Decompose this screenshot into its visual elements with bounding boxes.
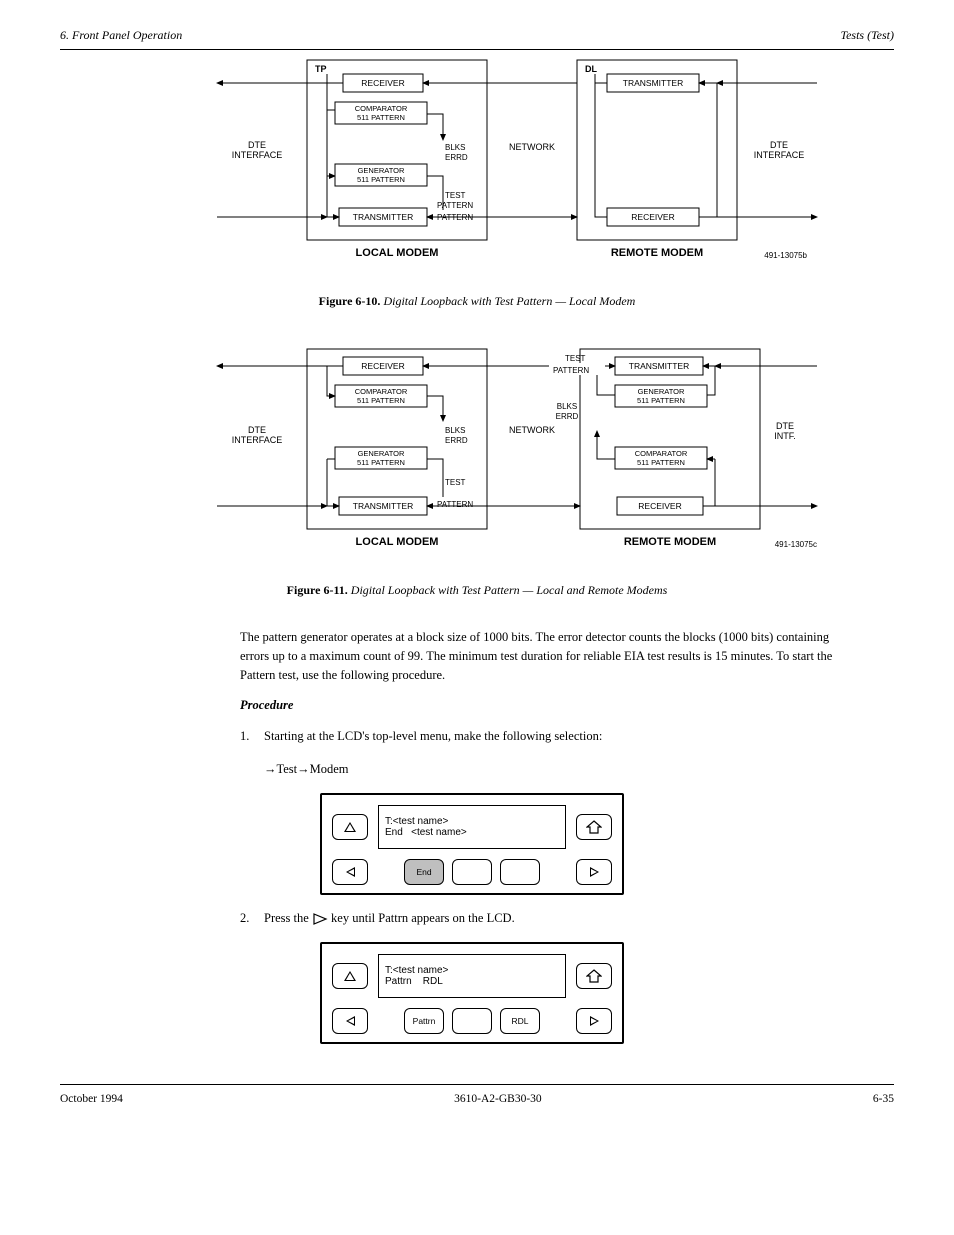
svg-text:INTERFACE: INTERFACE <box>754 150 805 160</box>
svg-text:INTERFACE: INTERFACE <box>232 435 283 445</box>
svg-text:511 PATTERN: 511 PATTERN <box>637 396 685 405</box>
svg-text:511 PATTERN: 511 PATTERN <box>357 175 405 184</box>
svg-text:REMOTE MODEM: REMOTE MODEM <box>611 247 703 259</box>
svg-text:PATTERN: PATTERN <box>437 201 473 210</box>
svg-text:TP: TP <box>315 64 327 74</box>
svg-text:ERRD: ERRD <box>445 436 468 445</box>
svg-text:BLKS: BLKS <box>557 402 577 411</box>
svg-text:TRANSMITTER: TRANSMITTER <box>353 501 413 511</box>
lcd-screen-1: T:<test name> End <test name> <box>378 805 566 849</box>
right-triangle-icon <box>590 1016 599 1026</box>
home-icon <box>586 969 602 983</box>
svg-text:NETWORK: NETWORK <box>509 142 555 152</box>
lcd-screen-2: T:<test name> Pattrn RDL <box>378 954 566 998</box>
step-1: 1. Starting at the LCD's top-level menu,… <box>240 727 894 746</box>
right-key[interactable] <box>576 1008 612 1034</box>
up-key[interactable] <box>332 963 368 989</box>
right-key[interactable] <box>576 859 612 885</box>
svg-text:INTF.: INTF. <box>774 431 796 441</box>
step-2: 2. Press the key until Pattrn appears on… <box>240 909 894 928</box>
right-triangle-icon <box>590 867 599 877</box>
procedure-heading: Procedure <box>240 698 894 713</box>
figure-2-diagram: RECEIVER COMPARATOR 511 PATTERN GENERATO… <box>60 339 894 573</box>
svg-text:GENERATOR: GENERATOR <box>358 166 405 175</box>
svg-text:ERRD: ERRD <box>445 153 468 162</box>
home-key[interactable] <box>576 963 612 989</box>
softkey-1[interactable]: Pattrn <box>404 1008 444 1034</box>
svg-text:511 PATTERN: 511 PATTERN <box>357 396 405 405</box>
right-triangle-icon <box>312 913 328 925</box>
svg-text:COMPARATOR: COMPARATOR <box>355 387 408 396</box>
svg-text:511 PATTERN: 511 PATTERN <box>357 113 405 122</box>
svg-text:REMOTE MODEM: REMOTE MODEM <box>624 536 716 548</box>
home-key[interactable] <box>576 814 612 840</box>
svg-text:DTE: DTE <box>770 140 788 150</box>
header-left: 6. Front Panel Operation <box>60 28 182 43</box>
softkey-2[interactable] <box>452 1008 492 1034</box>
figure-1-diagram: TP RECEIVER COMPARATOR 511 PATTERN GENER… <box>60 50 894 284</box>
svg-text:DTE: DTE <box>248 140 266 150</box>
softkey-1[interactable]: End <box>404 859 444 885</box>
page-footer: October 1994 3610-A2-GB30-30 6-35 <box>60 1084 894 1105</box>
lcd-panel-1: T:<test name> End <test name> End <box>320 793 624 895</box>
lcd-panel-2: T:<test name> Pattrn RDL Pattrn RDL <box>320 942 624 1044</box>
svg-text:TEST: TEST <box>565 354 586 363</box>
svg-text:TRANSMITTER: TRANSMITTER <box>629 361 689 371</box>
svg-text:491-13075b: 491-13075b <box>764 251 807 260</box>
svg-text:LOCAL MODEM: LOCAL MODEM <box>356 536 439 548</box>
up-triangle-icon <box>344 822 356 832</box>
svg-text:DTE: DTE <box>776 421 794 431</box>
svg-text:RECEIVER: RECEIVER <box>361 78 404 88</box>
svg-text:COMPARATOR: COMPARATOR <box>355 104 408 113</box>
svg-text:RECEIVER: RECEIVER <box>361 361 404 371</box>
svg-text:TEST: TEST <box>445 191 466 200</box>
step-1-path: →Test→Modem <box>264 760 894 779</box>
svg-text:DL: DL <box>585 64 597 74</box>
svg-text:GENERATOR: GENERATOR <box>358 449 405 458</box>
up-triangle-icon <box>344 971 356 981</box>
svg-text:491-13075c: 491-13075c <box>775 540 817 549</box>
footer-right: 6-35 <box>873 1093 894 1105</box>
footer-left: October 1994 <box>60 1093 123 1105</box>
footer-center: 3610-A2-GB30-30 <box>454 1093 542 1105</box>
softkey-2[interactable] <box>452 859 492 885</box>
svg-text:BLKS: BLKS <box>445 426 465 435</box>
left-key[interactable] <box>332 1008 368 1034</box>
svg-text:TRANSMITTER: TRANSMITTER <box>623 78 683 88</box>
softkey-3[interactable] <box>500 859 540 885</box>
svg-text:PATTERN: PATTERN <box>553 366 589 375</box>
home-icon <box>586 820 602 834</box>
body-paragraph-1: The pattern generator operates at a bloc… <box>240 628 854 684</box>
figure-2-caption: Figure 6-11. Digital Loopback with Test … <box>60 583 894 598</box>
svg-text:RECEIVER: RECEIVER <box>638 501 681 511</box>
svg-text:INTERFACE: INTERFACE <box>232 150 283 160</box>
svg-text:511 PATTERN: 511 PATTERN <box>357 458 405 467</box>
svg-text:BLKS: BLKS <box>445 143 465 152</box>
svg-text:DTE: DTE <box>248 425 266 435</box>
svg-text:ERRD: ERRD <box>556 412 579 421</box>
left-key[interactable] <box>332 859 368 885</box>
svg-text:TRANSMITTER: TRANSMITTER <box>353 212 413 222</box>
left-triangle-icon <box>346 1016 355 1026</box>
svg-text:PATTERN: PATTERN <box>437 500 473 509</box>
page-header: 6. Front Panel Operation Tests (Test) <box>60 0 894 50</box>
svg-text:GENERATOR: GENERATOR <box>638 387 685 396</box>
svg-text:RECEIVER: RECEIVER <box>631 212 674 222</box>
svg-text:NETWORK: NETWORK <box>509 425 555 435</box>
svg-text:TEST: TEST <box>445 478 466 487</box>
header-right: Tests (Test) <box>841 28 894 43</box>
softkey-3[interactable]: RDL <box>500 1008 540 1034</box>
svg-text:COMPARATOR: COMPARATOR <box>635 449 688 458</box>
up-key[interactable] <box>332 814 368 840</box>
svg-text:511 PATTERN: 511 PATTERN <box>637 458 685 467</box>
left-triangle-icon <box>346 867 355 877</box>
figure-1-caption: Figure 6-10. Digital Loopback with Test … <box>60 294 894 309</box>
svg-text:LOCAL MODEM: LOCAL MODEM <box>356 247 439 259</box>
